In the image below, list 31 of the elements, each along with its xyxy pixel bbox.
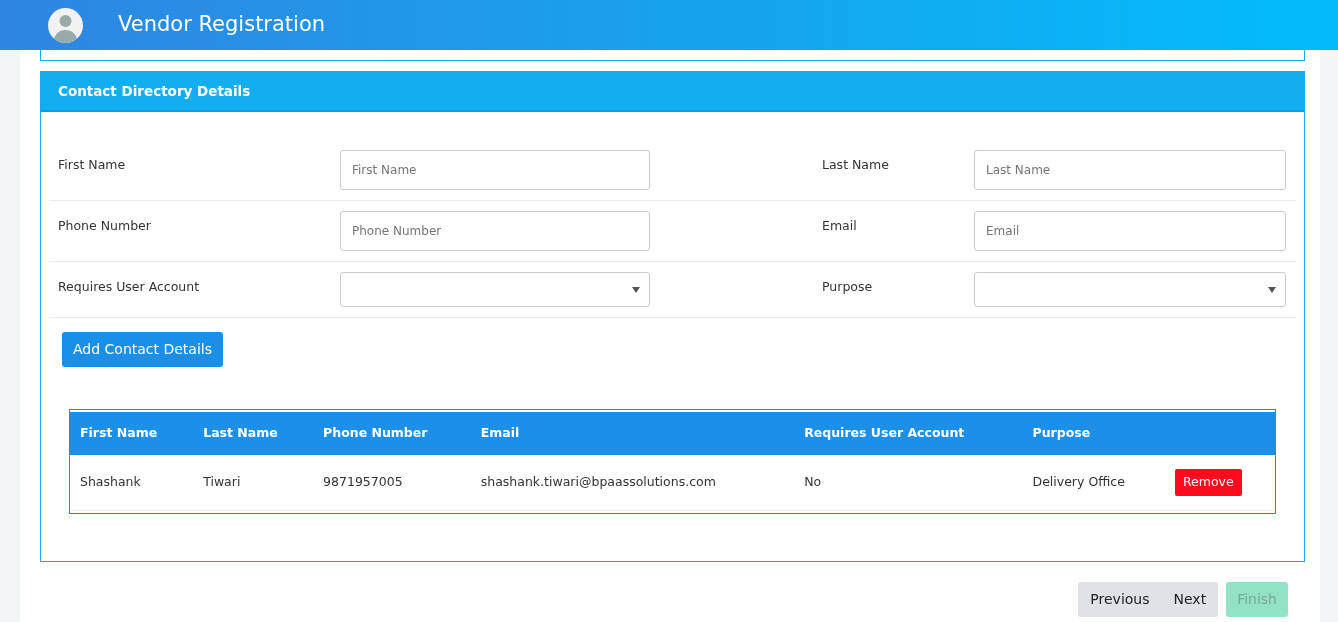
table-cell: Tiwari — [193, 455, 314, 511]
input-field[interactable]: Email — [974, 211, 1286, 252]
column-header: First Name — [70, 411, 194, 455]
field-label: Last Name — [822, 156, 890, 175]
table-cell: No — [794, 455, 1023, 511]
field-label: Purpose — [822, 278, 874, 297]
select-dropdown[interactable] — [340, 272, 650, 308]
table-cell: Delivery Office — [1022, 455, 1165, 511]
select-dropdown[interactable] — [974, 272, 1286, 308]
field-label: Requires User Account — [58, 278, 201, 297]
column-header: Purpose — [1022, 411, 1165, 455]
next-button[interactable]: Next — [1161, 582, 1219, 617]
card-title: Contact Directory Details — [41, 72, 1304, 113]
column-header: Phone Number — [313, 411, 471, 455]
avatar-icon — [48, 7, 83, 43]
table-cell: shashank.tiwari@bpaassolutions.com — [470, 455, 795, 511]
table-cell: 9871957005 — [313, 455, 471, 511]
add-contact-button[interactable]: Add Contact Details — [62, 332, 223, 368]
field-label: Email — [822, 217, 858, 236]
page-title: Vendor Registration — [118, 11, 326, 39]
input-field[interactable]: Last Name — [974, 150, 1286, 191]
column-header: Email — [470, 411, 795, 455]
column-header: Requires User Account — [794, 411, 1023, 455]
remove-button[interactable]: Remove — [1174, 469, 1242, 496]
field-label: First Name — [58, 156, 127, 175]
previous-button[interactable]: Previous — [1078, 582, 1162, 617]
input-field[interactable]: First Name — [340, 150, 650, 191]
column-header: Last Name — [193, 411, 314, 455]
input-field[interactable]: Phone Number — [340, 211, 650, 252]
field-label: Phone Number — [58, 217, 152, 236]
table-cell: Shashank — [70, 455, 194, 511]
